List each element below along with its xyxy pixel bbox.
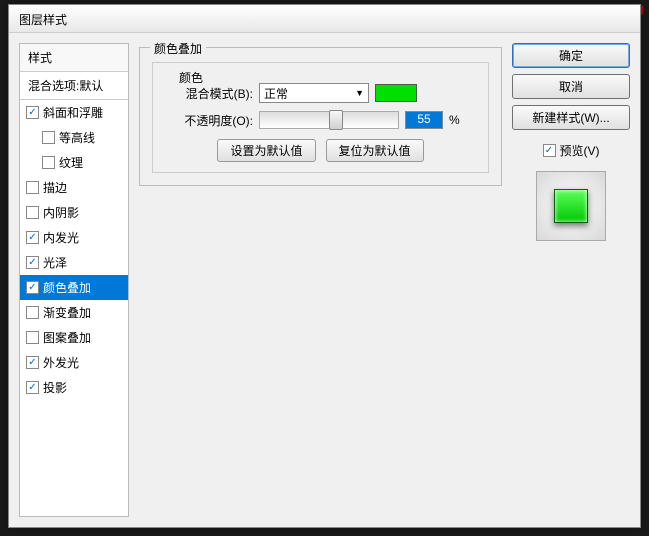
blend-mode-select[interactable]: 正常 ▼ — [259, 83, 369, 103]
styles-header[interactable]: 样式 — [20, 44, 128, 72]
opacity-input[interactable]: 55 — [405, 111, 443, 129]
style-checkbox[interactable] — [26, 206, 39, 219]
panel-title: 颜色叠加 — [150, 40, 206, 57]
reset-default-button[interactable]: 复位为默认值 — [326, 139, 424, 162]
blend-mode-label: 混合模式(B): — [165, 85, 253, 102]
preview-label: 预览(V) — [560, 142, 600, 159]
color-swatch[interactable] — [375, 84, 417, 102]
slider-thumb[interactable] — [329, 110, 343, 130]
style-checkbox[interactable] — [26, 281, 39, 294]
style-checkbox[interactable] — [26, 306, 39, 319]
layer-style-dialog: 图层样式 样式 混合选项:默认 斜面和浮雕等高线纹理描边内阴影内发光光泽颜色叠加… — [8, 4, 641, 528]
ok-button[interactable]: 确定 — [512, 43, 630, 68]
new-style-button[interactable]: 新建样式(W)... — [512, 105, 630, 130]
set-default-button[interactable]: 设置为默认值 — [217, 139, 315, 162]
style-item-纹理[interactable]: 纹理 — [20, 150, 128, 175]
style-item-渐变叠加[interactable]: 渐变叠加 — [20, 300, 128, 325]
dialog-title: 图层样式 — [19, 13, 67, 27]
style-checkbox[interactable] — [26, 381, 39, 394]
style-item-内发光[interactable]: 内发光 — [20, 225, 128, 250]
style-checkbox[interactable] — [26, 106, 39, 119]
main-panel: 颜色叠加 颜色 混合模式(B): 正常 ▼ 不透明度(O): — [139, 43, 502, 517]
right-panel: 确定 取消 新建样式(W)... 预览(V) — [512, 43, 630, 517]
preview-checkbox[interactable] — [543, 144, 556, 157]
style-label: 纹理 — [59, 154, 83, 171]
style-item-等高线[interactable]: 等高线 — [20, 125, 128, 150]
style-item-描边[interactable]: 描边 — [20, 175, 128, 200]
style-label: 描边 — [43, 179, 67, 196]
opacity-label: 不透明度(O): — [165, 112, 253, 129]
style-item-颜色叠加[interactable]: 颜色叠加 — [20, 275, 128, 300]
chevron-down-icon: ▼ — [355, 88, 364, 98]
styles-list: 样式 混合选项:默认 斜面和浮雕等高线纹理描边内阴影内发光光泽颜色叠加渐变叠加图… — [19, 43, 129, 517]
preview-box — [536, 171, 606, 241]
style-item-内阴影[interactable]: 内阴影 — [20, 200, 128, 225]
style-label: 内阴影 — [43, 204, 79, 221]
style-checkbox[interactable] — [26, 256, 39, 269]
style-item-投影[interactable]: 投影 — [20, 375, 128, 400]
style-checkbox[interactable] — [26, 231, 39, 244]
style-item-图案叠加[interactable]: 图案叠加 — [20, 325, 128, 350]
style-label: 斜面和浮雕 — [43, 104, 103, 121]
style-label: 图案叠加 — [43, 329, 91, 346]
style-label: 投影 — [43, 379, 67, 396]
style-label: 光泽 — [43, 254, 67, 271]
cancel-button[interactable]: 取消 — [512, 74, 630, 99]
preview-swatch — [554, 189, 588, 223]
dialog-titlebar: 图层样式 — [9, 5, 640, 33]
style-label: 内发光 — [43, 229, 79, 246]
style-checkbox[interactable] — [26, 356, 39, 369]
style-checkbox[interactable] — [26, 331, 39, 344]
style-item-外发光[interactable]: 外发光 — [20, 350, 128, 375]
style-checkbox[interactable] — [26, 181, 39, 194]
style-item-斜面和浮雕[interactable]: 斜面和浮雕 — [20, 100, 128, 125]
blending-options[interactable]: 混合选项:默认 — [20, 72, 128, 100]
style-checkbox[interactable] — [42, 131, 55, 144]
opacity-slider[interactable] — [259, 111, 399, 129]
style-label: 外发光 — [43, 354, 79, 371]
style-item-光泽[interactable]: 光泽 — [20, 250, 128, 275]
style-label: 颜色叠加 — [43, 279, 91, 296]
color-group-label: 颜色 — [175, 69, 207, 86]
opacity-unit: % — [449, 113, 460, 127]
style-label: 渐变叠加 — [43, 304, 91, 321]
style-checkbox[interactable] — [42, 156, 55, 169]
style-label: 等高线 — [59, 129, 95, 146]
